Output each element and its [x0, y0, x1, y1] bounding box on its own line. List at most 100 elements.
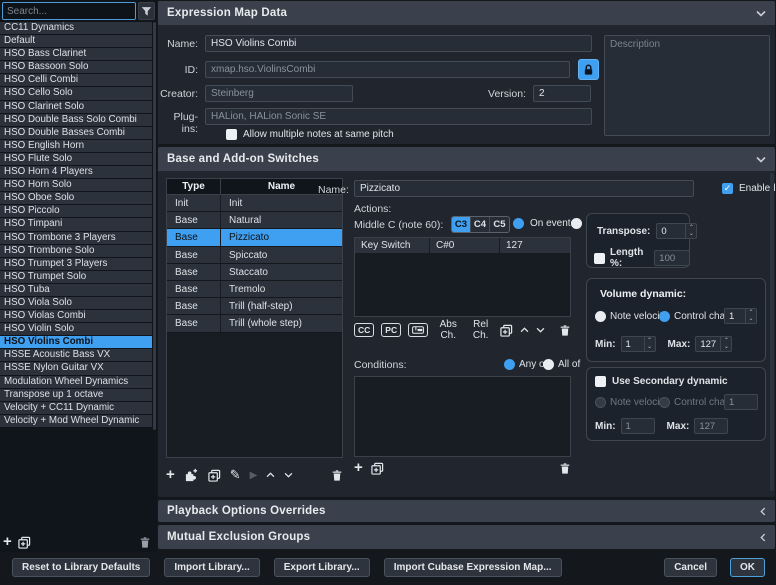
plugins-input[interactable] — [205, 108, 592, 125]
table-row[interactable]: BaseTremolo — [167, 281, 342, 298]
list-item[interactable]: HSSE Nylon Guitar VX — [0, 362, 152, 374]
chevron-left-icon[interactable] — [760, 507, 766, 516]
version-input[interactable] — [533, 85, 591, 102]
section-header-expression-map-data[interactable]: Expression Map Data — [158, 1, 775, 25]
enabled-checkbox[interactable]: ✓ Enabled — [722, 183, 775, 194]
list-item[interactable]: Transpose up 1 octave — [0, 389, 152, 401]
list-item[interactable]: HSO Piccolo — [0, 205, 152, 217]
list-item[interactable]: HSO Trumpet 3 Players — [0, 258, 152, 270]
duplicate-map-button[interactable] — [18, 536, 31, 549]
list-item[interactable]: Modulation Wheel Dynamics — [0, 376, 152, 388]
creator-input[interactable] — [205, 85, 353, 102]
cc-action-button[interactable]: CC — [354, 323, 374, 337]
delete-action-button[interactable] — [559, 324, 571, 337]
add-map-button[interactable]: + — [3, 535, 12, 549]
abs-channel-button[interactable]: Abs Ch. — [435, 319, 461, 341]
table-row[interactable]: BasePizzicato — [167, 229, 342, 246]
list-item[interactable]: HSO Trombone 3 Players — [0, 232, 152, 244]
audition-switch-button[interactable]: ▶ — [250, 470, 258, 481]
section-header-base-addon-switches[interactable]: Base and Add-on Switches — [158, 147, 775, 171]
list-item[interactable]: HSO Horn 4 Players — [0, 166, 152, 178]
map-id-input[interactable] — [205, 61, 570, 78]
volume-max-stepper[interactable]: 127 ⌃⌄ — [695, 336, 732, 352]
list-item[interactable]: HSO Oboe Solo — [0, 192, 152, 204]
list-item[interactable]: HSO Horn Solo — [0, 179, 152, 191]
delete-condition-button[interactable] — [559, 462, 571, 475]
list-item[interactable]: HSO Bassoon Solo — [0, 61, 152, 73]
transpose-stepper[interactable]: 0 ⌃⌄ — [656, 223, 697, 239]
allow-multiple-notes-checkbox[interactable]: Allow multiple notes at same pitch — [226, 129, 394, 140]
chevron-down-icon[interactable] — [756, 156, 766, 163]
list-item[interactable]: HSO Cello Solo — [0, 87, 152, 99]
lock-id-button[interactable] — [578, 59, 599, 80]
keyswitch-action-button[interactable] — [408, 323, 428, 337]
add-addon-switch-button[interactable] — [184, 468, 199, 482]
list-item[interactable]: HSO Celli Combi — [0, 74, 152, 86]
list-item[interactable]: HSO Trombone Solo — [0, 245, 152, 257]
volume-note-velocity-radio[interactable]: Note velocity — [595, 311, 667, 322]
chevron-down-icon[interactable] — [756, 10, 766, 17]
secondary-max-field[interactable]: 127 — [694, 418, 728, 434]
list-item[interactable]: HSO Bass Clarinet — [0, 48, 152, 60]
map-name-input[interactable] — [205, 35, 592, 52]
move-up-button[interactable] — [266, 472, 275, 478]
section-scrollbar[interactable] — [770, 173, 774, 491]
library-scrollbar[interactable] — [153, 22, 156, 430]
ok-button[interactable]: OK — [730, 558, 765, 577]
list-item[interactable]: Default — [0, 35, 152, 47]
length-checkbox[interactable]: Length %: 100 — [594, 247, 690, 269]
duplicate-action-button[interactable] — [500, 324, 513, 337]
filter-button[interactable] — [138, 2, 155, 20]
table-row[interactable]: BaseTrill (whole step) — [167, 315, 342, 332]
section-header-playback-options-overrides[interactable]: Playback Options Overrides — [158, 500, 775, 522]
action-move-down-button[interactable] — [536, 327, 545, 333]
list-item[interactable]: HSO English Horn — [0, 140, 152, 152]
list-item[interactable]: Velocity + Mod Wheel Dynamic — [0, 415, 152, 427]
middle-c-option-c5[interactable]: C5 — [490, 217, 509, 232]
import-cubase-expression-map-button[interactable]: Import Cubase Expression Map... — [384, 558, 562, 577]
stepper-arrows-icon[interactable]: ⌃⌄ — [685, 224, 696, 238]
secondary-min-field[interactable]: 1 — [621, 418, 655, 434]
volume-min-stepper[interactable]: 1 ⌃⌄ — [621, 336, 656, 352]
cancel-button[interactable]: Cancel — [664, 558, 717, 577]
action-move-up-button[interactable] — [520, 327, 529, 333]
delete-map-button[interactable] — [139, 536, 151, 549]
switch-name-input[interactable] — [354, 180, 694, 197]
list-item[interactable]: HSO Violin Solo — [0, 323, 152, 335]
list-item[interactable]: HSO Violins Combi — [0, 336, 152, 348]
middle-c-option-c3[interactable]: C3 — [452, 217, 471, 232]
use-secondary-dynamic-checkbox[interactable]: Use Secondary dynamic — [595, 376, 728, 387]
list-item[interactable]: HSO Flute Solo — [0, 153, 152, 165]
middle-c-option-c4[interactable]: C4 — [471, 217, 490, 232]
action-row[interactable]: Key SwitchC#0127 — [355, 238, 570, 254]
volume-cc-stepper[interactable]: 1 ⌃⌄ — [724, 308, 757, 324]
reset-to-library-defaults-button[interactable]: Reset to Library Defaults — [12, 558, 150, 577]
rel-channel-button[interactable]: Rel Ch. — [468, 319, 493, 341]
list-item[interactable]: HSO Clarinet Solo — [0, 101, 152, 113]
list-item[interactable]: Velocity + CC11 Dynamic — [0, 402, 152, 414]
add-switch-button[interactable]: + — [166, 468, 175, 482]
any-of-radio[interactable]: Any of — [504, 359, 547, 370]
move-down-button[interactable] — [284, 472, 293, 478]
list-item[interactable]: HSO Violas Combi — [0, 310, 152, 322]
stepper-arrows-icon[interactable]: ⌃⌄ — [644, 337, 655, 351]
pc-action-button[interactable]: PC — [381, 323, 401, 337]
table-row[interactable]: BaseNatural — [167, 212, 342, 229]
search-input[interactable] — [2, 2, 136, 20]
chevron-left-icon[interactable] — [760, 533, 766, 542]
stepper-arrows-icon[interactable]: ⌃⌄ — [720, 337, 731, 351]
table-row[interactable]: BaseStaccato — [167, 264, 342, 281]
edit-switch-button[interactable]: ✎ — [230, 467, 241, 483]
duplicate-condition-button[interactable] — [371, 462, 384, 475]
table-row[interactable]: BaseSpiccato — [167, 247, 342, 264]
length-value-field[interactable]: 100 — [654, 250, 690, 266]
secondary-note-velocity-radio[interactable]: Note velocity — [595, 397, 667, 408]
delete-switch-button[interactable] — [331, 469, 343, 482]
list-item[interactable]: HSO Double Basses Combi — [0, 127, 152, 139]
list-item[interactable]: HSO Trumpet Solo — [0, 271, 152, 283]
export-library-button[interactable]: Export Library... — [274, 558, 370, 577]
description-input[interactable] — [604, 35, 770, 136]
all-of-radio[interactable]: All of — [543, 359, 580, 370]
table-row[interactable]: BaseTrill (half-step) — [167, 298, 342, 315]
secondary-cc-field[interactable]: 1 — [724, 394, 758, 410]
